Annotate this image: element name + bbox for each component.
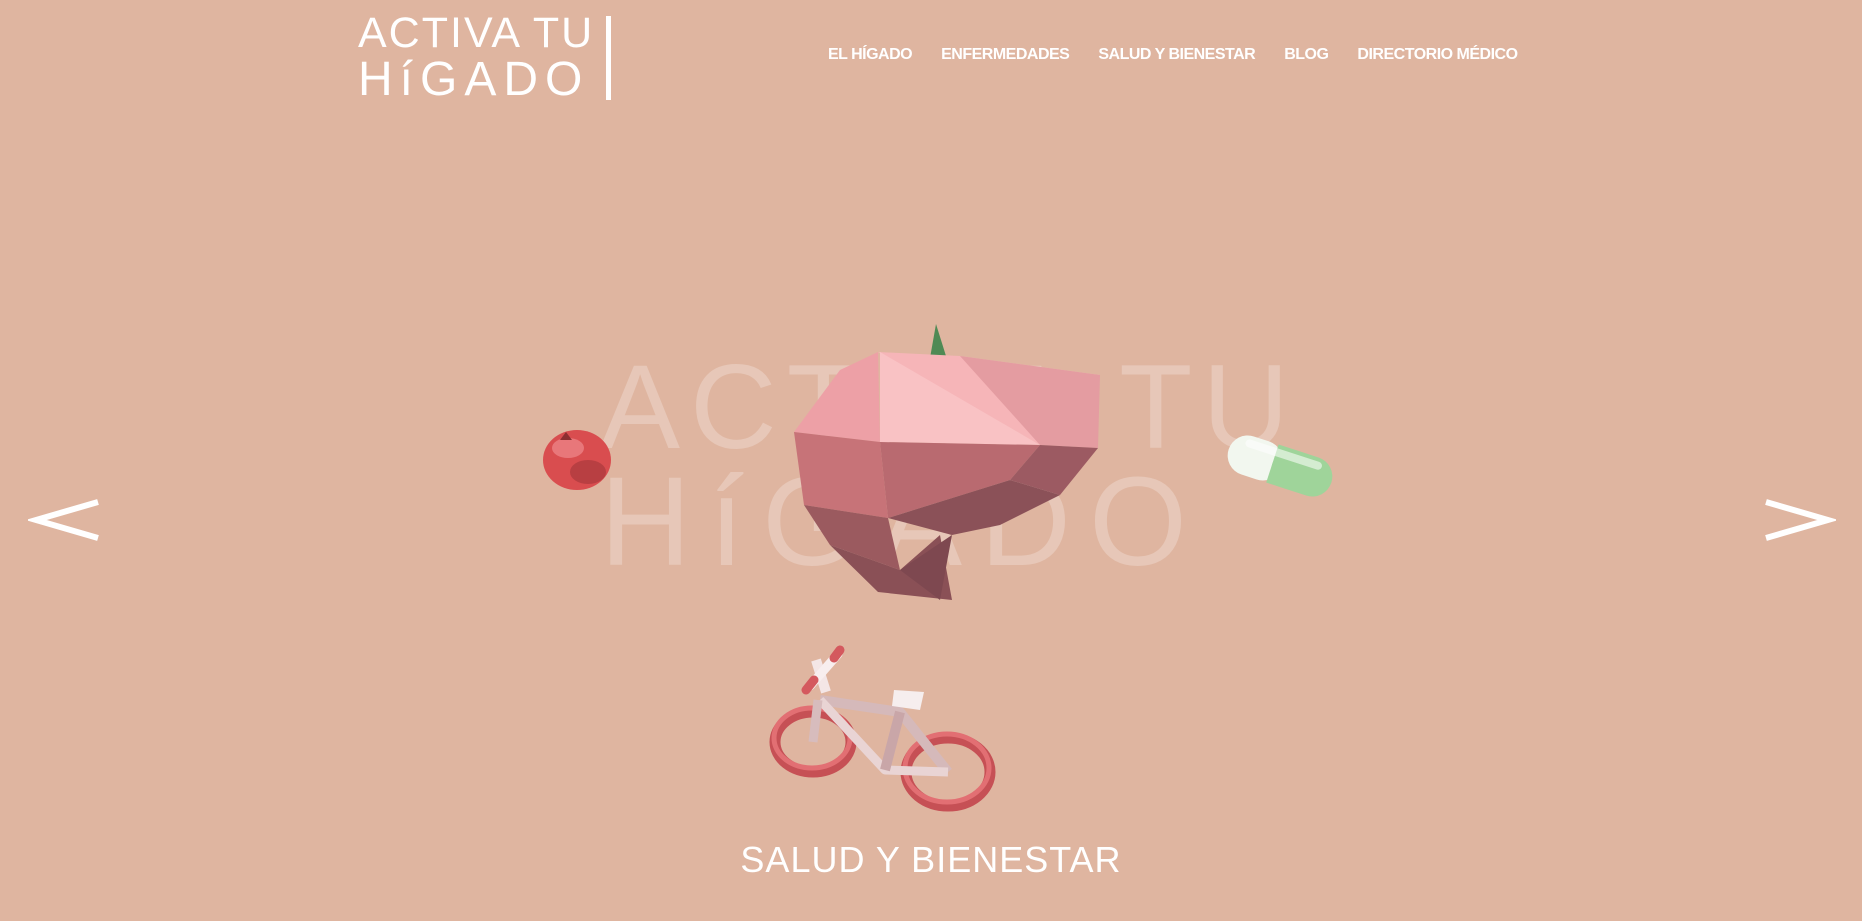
chevron-right-icon xyxy=(1765,499,1839,541)
bicycle-illustration xyxy=(769,645,996,812)
hero-bg-line-1: ACTIVA TU xyxy=(600,340,1300,474)
site-header: ACTIVA TU HíGADO EL HÍGADO ENFERMEDADES … xyxy=(0,0,1862,110)
logo-divider xyxy=(606,16,611,100)
carousel-prev-button[interactable] xyxy=(25,480,108,560)
main-nav: EL HÍGADO ENFERMEDADES SALUD Y BIENESTAR… xyxy=(828,44,1518,66)
logo-line-2: HíGADO xyxy=(358,53,590,106)
hero-background-title: ACTIVA TU HíGADO xyxy=(600,340,1300,592)
nav-item-salud-bienestar[interactable]: SALUD Y BIENESTAR xyxy=(1098,44,1255,66)
carousel-next-button[interactable] xyxy=(1756,480,1839,560)
logo-line-1: ACTIVA TU xyxy=(358,9,595,57)
nav-item-el-higado[interactable]: EL HÍGADO xyxy=(828,44,913,66)
hero-bg-line-2: HíGADO xyxy=(600,451,1206,592)
chevron-left-icon xyxy=(25,499,99,541)
site-logo[interactable]: ACTIVA TU HíGADO xyxy=(358,9,614,104)
nav-item-directorio-medico[interactable]: DIRECTORIO MÉDICO xyxy=(1357,44,1518,66)
nav-item-enfermedades[interactable]: ENFERMEDADES xyxy=(941,44,1070,66)
hero-caption[interactable]: SALUD Y BIENESTAR xyxy=(0,838,1862,882)
nav-item-blog[interactable]: BLOG xyxy=(1284,44,1329,66)
